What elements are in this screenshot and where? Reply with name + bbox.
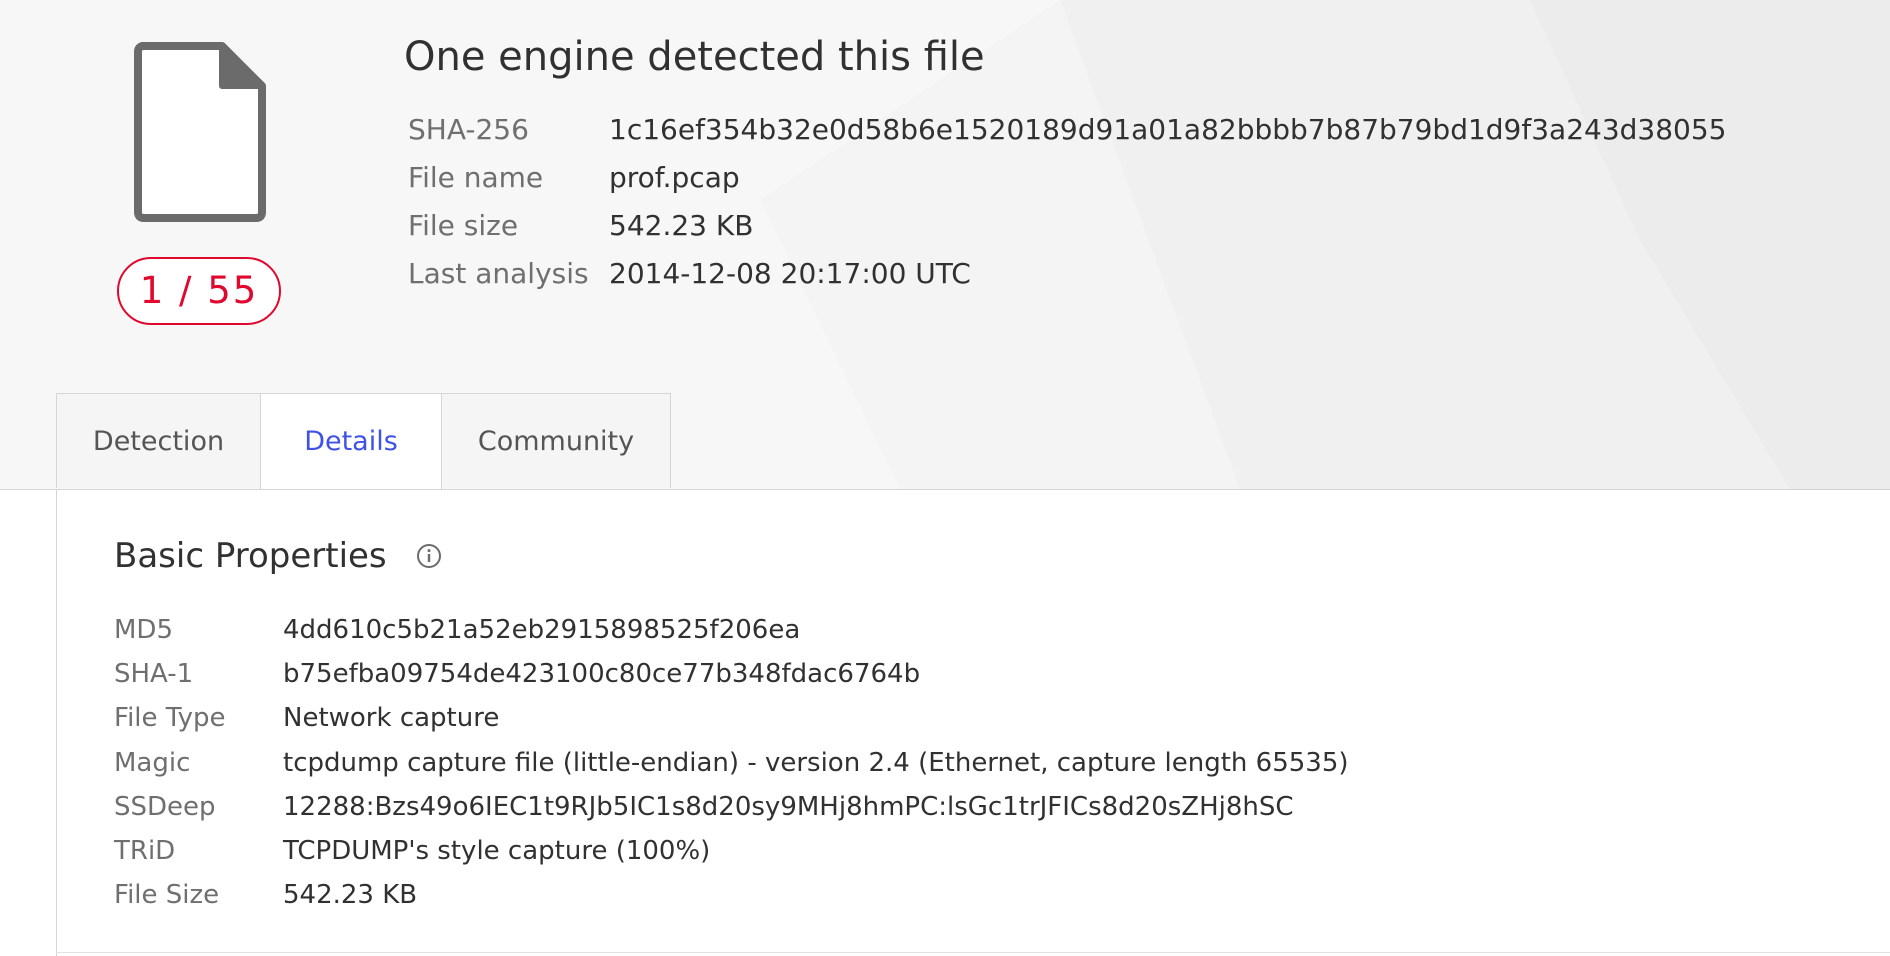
basic-properties-title: Basic Properties bbox=[114, 536, 387, 576]
tab-details[interactable]: Details bbox=[260, 393, 442, 490]
prop-value: TCPDUMP's style capture (100%) bbox=[283, 835, 711, 866]
prop-value: tcpdump capture file (little-endian) - v… bbox=[283, 747, 1349, 778]
file-icon bbox=[134, 42, 266, 222]
prop-label: Magic bbox=[114, 747, 191, 778]
prop-label: MD5 bbox=[114, 615, 173, 645]
panel-divider bbox=[56, 952, 1890, 953]
summary-value: 542.23 KB bbox=[609, 209, 754, 242]
summary-value: prof.pcap bbox=[609, 161, 740, 194]
prop-label: SHA-1 bbox=[114, 659, 194, 690]
detection-ratio-badge: 1 / 55 bbox=[117, 257, 281, 325]
tab-detection[interactable]: Detection bbox=[56, 393, 261, 488]
prop-value: 542.23 KB bbox=[283, 880, 418, 911]
prop-label: File Type bbox=[114, 703, 226, 734]
page: 1 / 55 One engine detected this file SHA… bbox=[0, 0, 1890, 956]
prop-value: 12288:Bzs49o6IEC1t9RJb5IC1s8d20sy9MHj8hm… bbox=[283, 791, 1294, 822]
prop-value: 4dd610c5b21a52eb2915898525f206ea bbox=[283, 615, 801, 645]
tab-community[interactable]: Community bbox=[441, 393, 671, 488]
summary-label: Last analysis bbox=[408, 257, 589, 290]
summary-value: 2014-12-08 20:17:00 UTC bbox=[609, 257, 971, 290]
summary-value[interactable]: 1c16ef354b32e0d58b6e1520189d91a01a82bbbb… bbox=[609, 110, 1726, 150]
summary-label: File name bbox=[408, 161, 544, 194]
prop-label: SSDeep bbox=[114, 791, 216, 822]
summary-label: SHA-256 bbox=[408, 113, 529, 146]
prop-label: TRiD bbox=[114, 835, 176, 866]
tab-bar: Detection Details Community bbox=[56, 393, 671, 490]
summary-title: One engine detected this file bbox=[404, 34, 985, 80]
prop-value: b75efba09754de423100c80ce77b348fdac6764b bbox=[283, 659, 921, 690]
prop-label: File Size bbox=[114, 880, 220, 911]
summary-label: File size bbox=[408, 209, 519, 242]
info-icon[interactable] bbox=[415, 542, 443, 570]
prop-value: Network capture bbox=[283, 703, 500, 734]
